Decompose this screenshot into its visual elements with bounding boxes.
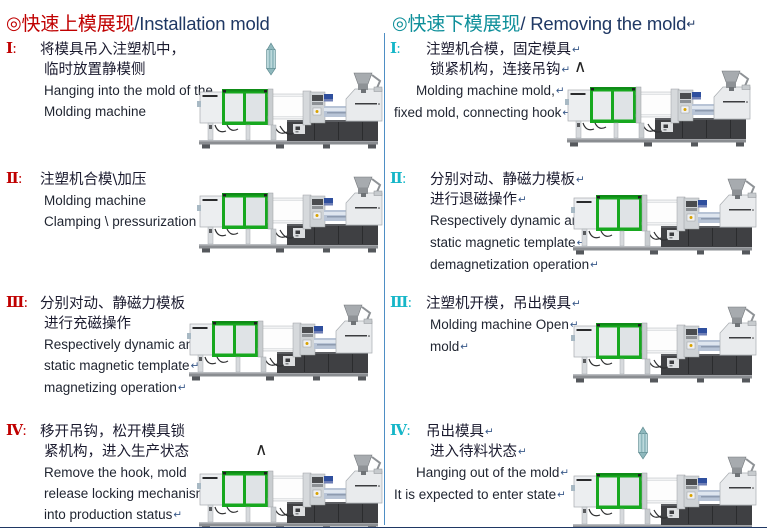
text-line: magnetizing operation↵	[44, 380, 187, 395]
right-heading: ◎快速下模展现/ Removing the mold↵	[392, 9, 696, 36]
text-line: 注塑机开模，吊出模具↵	[426, 296, 581, 312]
injection-molding-machine-illustration	[186, 298, 376, 384]
text-line: release locking mechanism	[44, 486, 207, 501]
text-line: 分别对动、静磁力模板↵	[430, 172, 585, 188]
text-line: mold↵	[430, 339, 470, 354]
right-step-3: Ⅲ: 注塑机开模，吊出模具↵ Molding machine Open↵ mol…	[384, 292, 767, 422]
right-step-3-text: 注塑机开模，吊出模具↵ Molding machine Open↵ mold↵	[394, 294, 599, 358]
text-line: static magnetic template↵	[430, 235, 586, 250]
pilcrow-icon: ↵	[557, 489, 566, 501]
pilcrow-icon: ↵	[518, 446, 527, 458]
left-step-1-text: 将模具吊入注塑机中， 临时放置静模侧 Hanging into the mold…	[8, 40, 213, 122]
left-heading-en: Installation mold	[139, 13, 270, 34]
text-line: 注塑机合模\加压	[40, 172, 147, 188]
text-line: Respectively dynamic and	[44, 337, 201, 352]
text-line: 移开吊钩，松开模具锁	[40, 424, 185, 440]
text-line: 将模具吊入注塑机中，	[40, 42, 185, 58]
right-step-1: Ⅰ: 注塑机合模，固定模具↵ 锁紧机构，连接吊钩↵ Molding machin…	[384, 38, 767, 168]
bullet-icon: ◎	[6, 13, 22, 33]
injection-molding-machine-illustration	[570, 172, 760, 258]
text-line: Hanging into the mold of the	[44, 83, 213, 98]
injection-molding-machine-illustration	[570, 450, 760, 528]
right-heading-en: Removing the mold	[525, 13, 687, 34]
text-line: Molding machine Open↵	[430, 317, 579, 332]
text-line: 分别对动、静磁力模板	[40, 296, 185, 312]
right-step-2-text: 分别对动、静磁力模板↵ 进行退磁操作↵ Respectively dynamic…	[394, 170, 599, 276]
text-line: demagnetization operation↵	[430, 257, 599, 272]
right-step-4: Ⅳ: 吊出模具↵ 进入待料状态↵ Hanging out of the mold…	[384, 420, 767, 528]
text-line: 吊出模具↵	[426, 424, 494, 440]
pilcrow-icon: ↵	[572, 44, 581, 56]
text-line: Respectively dynamic and↵	[394, 210, 599, 232]
injection-molding-machine-illustration	[196, 170, 386, 256]
text-line: 进行退磁操作↵	[430, 192, 527, 208]
pilcrow-icon: ↵	[686, 17, 697, 31]
text-line: 临时放置静模侧	[44, 62, 146, 78]
right-step-4-text: 吊出模具↵ 进入待料状态↵ Hanging out of the mold↵ I…	[394, 422, 599, 506]
left-step-4: Ⅳ: 移开吊钩，松开模具锁 紧机构，进入生产状态 Remove the hook…	[0, 420, 384, 528]
text-line: 进行充磁操作	[44, 316, 131, 332]
text-line: 紧机构，进入生产状态	[44, 444, 189, 460]
text-line: static magnetic template↵	[44, 358, 200, 373]
left-step-3-text: 分别对动、静磁力模板 进行充磁操作 Respectively dynamic a…	[8, 294, 213, 399]
right-column: ◎快速下模展现/ Removing the mold↵ Ⅰ: 注塑机合模，固定模…	[384, 0, 767, 528]
text-line: It is expected to enter state↵	[394, 487, 566, 502]
text-line: into production status↵	[44, 507, 183, 522]
text-line: Hanging out of the mold↵	[416, 465, 570, 480]
left-step-4-text: 移开吊钩，松开模具锁 紧机构，进入生产状态 Remove the hook, m…	[8, 422, 213, 526]
bullet-icon: ◎	[392, 13, 408, 33]
injection-molding-machine-illustration	[564, 64, 754, 150]
text-line: Clamping \ pressurization	[44, 214, 197, 229]
text-line: 注塑机合模，固定模具↵	[426, 42, 581, 58]
pilcrow-icon: ↵	[518, 194, 527, 206]
left-step-2: Ⅱ: 注塑机合模\加压 Molding machine Clamping \ p…	[0, 168, 384, 298]
pilcrow-icon: ↵	[460, 341, 470, 353]
injection-molding-machine-illustration	[196, 448, 386, 528]
right-heading-zh: 快速下模展现	[407, 13, 521, 35]
left-heading: ◎快速上模展现/Installation mold	[6, 9, 270, 36]
text-line: 进入待料状态↵	[430, 444, 527, 460]
left-column: ◎快速上模展现/Installation mold Ⅰ: 将模具吊入注塑机中， …	[0, 0, 384, 528]
injection-molding-machine-illustration	[570, 300, 760, 386]
text-line: Molding machine	[44, 104, 147, 119]
pilcrow-icon: ↵	[560, 467, 570, 479]
left-step-1: Ⅰ: 将模具吊入注塑机中， 临时放置静模侧 Hanging into the m…	[0, 38, 384, 168]
pilcrow-icon: ↵	[173, 509, 183, 521]
pilcrow-icon: ↵	[485, 426, 494, 438]
left-step-3: Ⅲ: 分别对动、静磁力模板 进行充磁操作 Respectively dynami…	[0, 292, 384, 422]
text-line: Molding machine	[44, 193, 147, 208]
left-step-2-text: 注塑机合模\加压 Molding machine Clamping \ pres…	[8, 170, 213, 232]
left-heading-zh: 快速上模展现	[21, 13, 135, 35]
injection-molding-machine-illustration	[196, 66, 386, 152]
text-line: Remove the hook, mold	[44, 465, 187, 480]
right-step-2: Ⅱ: 分别对动、静磁力模板↵ 进行退磁操作↵ Respectively dyna…	[384, 168, 767, 298]
slide-page: ◎快速上模展现/Installation mold Ⅰ: 将模具吊入注塑机中， …	[0, 0, 767, 528]
pilcrow-icon: ↵	[590, 259, 599, 271]
